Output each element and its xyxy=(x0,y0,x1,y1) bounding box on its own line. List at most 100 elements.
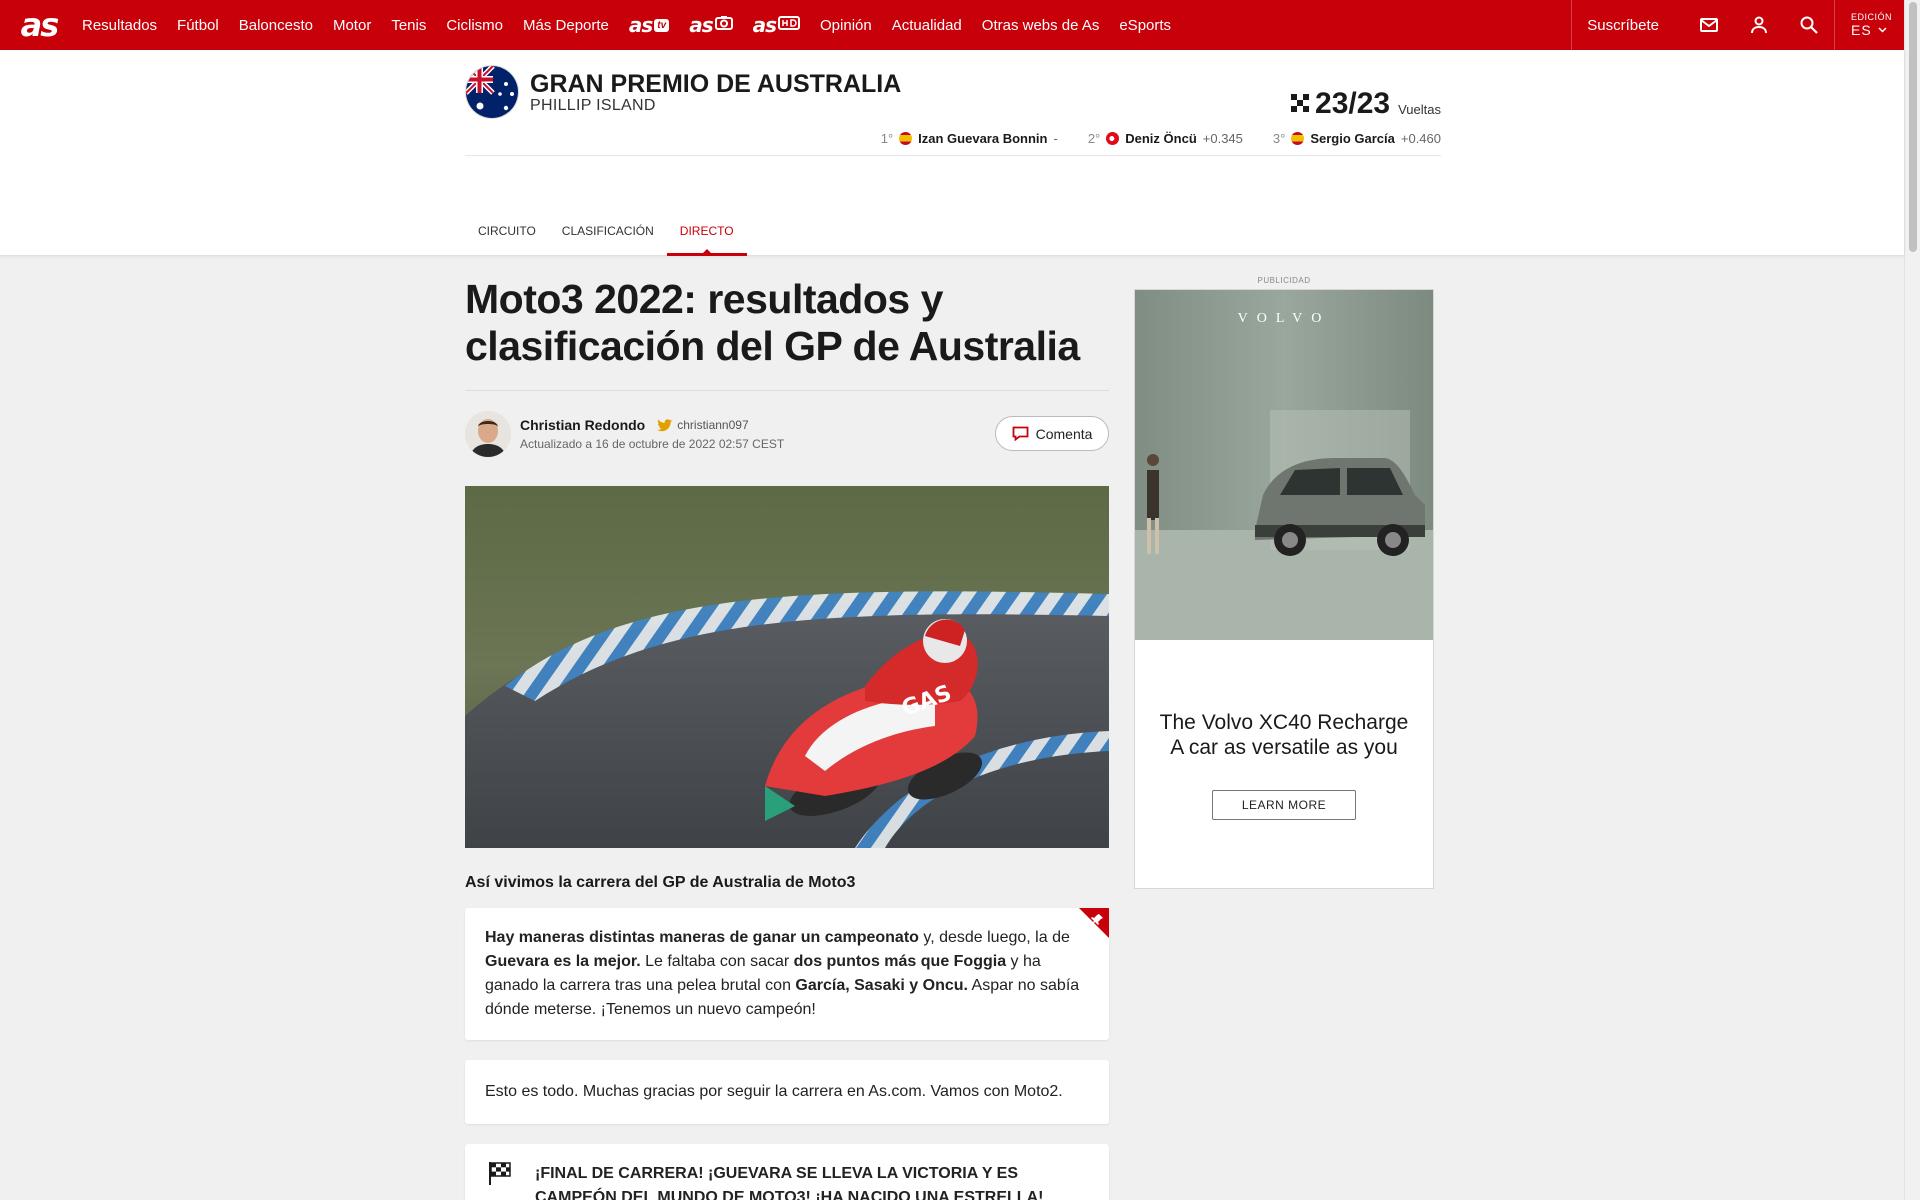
comment-label: Comenta xyxy=(1035,425,1093,442)
ad-title-line: The Volvo XC40 Recharge xyxy=(1159,711,1409,734)
nav-link-actualidad[interactable]: Actualidad xyxy=(882,17,972,34)
page-scrollbar[interactable] xyxy=(1904,0,1920,1200)
podium-rider-name: Deniz Öncü xyxy=(1125,131,1197,146)
subscribe-link[interactable]: Suscríbete xyxy=(1571,0,1684,50)
live-post-pinned: Hay maneras distintas maneras de ganar u… xyxy=(465,908,1109,1040)
as-photo-link[interactable]: as xyxy=(679,13,742,37)
live-post: Esto es todo. Muchas gracias por seguir … xyxy=(465,1060,1109,1124)
learn-more-button[interactable]: LEARN MORE xyxy=(1212,790,1356,820)
byline: Christian Redondo christiann097 Actualiz… xyxy=(465,391,1109,486)
camera-icon xyxy=(714,15,733,35)
nav-link-opinion[interactable]: Opinión xyxy=(810,17,882,34)
hd-badge-icon xyxy=(778,15,801,35)
podium-rider-name: Sergio García xyxy=(1310,131,1395,146)
as-tv-link[interactable]: as tv xyxy=(619,13,679,37)
brand-as-text: as xyxy=(628,13,653,37)
user-icon[interactable] xyxy=(1734,0,1784,50)
podium-gap: +0.345 xyxy=(1202,131,1243,146)
author-twitter[interactable]: christiann097 xyxy=(657,418,749,432)
live-post-text: ¡FINAL DE CARRERA! ¡GUEVARA SE LLEVA LA … xyxy=(535,1165,1044,1200)
spain-flag-icon xyxy=(1291,132,1305,145)
nav-link-otras-webs[interactable]: Otras webs de As xyxy=(972,17,1110,34)
race-title: GRAN PREMIO DE AUSTRALIA xyxy=(530,70,902,98)
tab-clasificacion[interactable]: CLASIFICACIÓN xyxy=(549,218,667,256)
logo-text: as xyxy=(20,6,60,44)
race-circuit: PHILLIP ISLAND xyxy=(530,97,656,114)
post-bold-segment: García, Sasaki y Oncu. xyxy=(795,977,968,994)
nav-link-ciclismo[interactable]: Ciclismo xyxy=(436,17,513,34)
live-post-text: Hay maneras distintas maneras de ganar u… xyxy=(485,926,1089,1022)
tab-circuito[interactable]: CIRCUITO xyxy=(465,218,549,256)
updated-timestamp: Actualizado a 16 de octubre de 2022 02:5… xyxy=(520,437,785,451)
podium-rider-name: Izan Guevara Bonnin xyxy=(918,131,1048,146)
laps-value-row: 23/23 xyxy=(1291,87,1390,121)
ad-brand-logo: VOLVO xyxy=(1238,311,1331,326)
post-text-segment: y, desde luego, la de xyxy=(918,929,1070,946)
header-divider xyxy=(465,155,1441,156)
nav-link-futbol[interactable]: Fútbol xyxy=(167,17,229,34)
podium-item[interactable]: 2° Deniz Öncü +0.345 xyxy=(1088,131,1243,146)
edition-value: ES xyxy=(1851,22,1872,38)
podium-position: 2° xyxy=(1087,131,1101,146)
checkered-flag-icon xyxy=(487,1160,513,1194)
nav-link-mas-deporte[interactable]: Más Deporte xyxy=(513,17,619,34)
mail-icon[interactable] xyxy=(1684,0,1734,50)
nav-link-baloncesto[interactable]: Baloncesto xyxy=(229,17,323,34)
brand-suffix-tv: tv xyxy=(654,18,670,32)
author-name[interactable]: Christian Redondo xyxy=(520,417,645,433)
podium-item[interactable]: 1° Izan Guevara Bonnin - xyxy=(881,131,1058,146)
twitter-icon xyxy=(657,418,673,431)
pin-icon xyxy=(1079,908,1109,938)
brand-as-text: as xyxy=(689,13,713,37)
comment-icon xyxy=(1012,426,1028,441)
author-avatar[interactable] xyxy=(465,411,511,457)
australia-flag-icon xyxy=(465,65,519,119)
laps-value: 23/23 xyxy=(1315,87,1391,120)
podium-gap: +0.460 xyxy=(1400,131,1441,146)
nav-right-tools: Suscríbete EDICIÓN ES xyxy=(1571,0,1904,50)
laps-label: Vueltas xyxy=(1398,102,1441,117)
race-header: GRAN PREMIO DE AUSTRALIA PHILLIP ISLAND … xyxy=(0,50,1904,256)
top-navigation: as Resultados Fútbol Baloncesto Motor Te… xyxy=(0,0,1904,50)
podium-position: 3° xyxy=(1272,131,1286,146)
live-post-final: ¡FINAL DE CARRERA! ¡GUEVARA SE LLEVA LA … xyxy=(465,1144,1109,1200)
nav-link-esports[interactable]: eSports xyxy=(1109,17,1181,34)
post-bold-segment: Hay maneras distintas maneras de ganar u… xyxy=(485,929,919,946)
as-logo[interactable]: as xyxy=(0,0,72,50)
as-hd-link[interactable]: as xyxy=(743,13,810,37)
podium-gap: - xyxy=(1053,131,1058,146)
ad-label: PUBLICIDAD xyxy=(1257,276,1311,285)
ad-headline: The Volvo XC40 Recharge A car as versati… xyxy=(1135,710,1433,760)
advertisement[interactable]: VOLVO The Volvo XC40 Recharge A car as v… xyxy=(1134,289,1434,889)
nav-link-motor[interactable]: Motor xyxy=(323,17,381,34)
post-bold-segment: Guevara es la mejor. xyxy=(485,953,641,970)
article: Moto3 2022: resultados y clasificación d… xyxy=(465,256,1109,1200)
search-icon[interactable] xyxy=(1784,0,1834,50)
scrollbar-thumb[interactable] xyxy=(1909,2,1917,252)
spain-flag-icon xyxy=(899,132,913,145)
nav-links: Resultados Fútbol Baloncesto Motor Tenis… xyxy=(72,0,1181,50)
turkey-flag-icon xyxy=(1106,132,1120,145)
live-blog-title: Así vivimos la carrera del GP de Austral… xyxy=(465,874,856,891)
ad-image[interactable]: VOLVO xyxy=(1135,290,1433,640)
hero-image[interactable]: GAS xyxy=(465,486,1109,848)
nav-link-tenis[interactable]: Tenis xyxy=(381,17,436,34)
checkered-flag-icon xyxy=(1291,94,1310,112)
edition-selector[interactable]: EDICIÓN ES xyxy=(1834,0,1904,50)
podium: 1° Izan Guevara Bonnin - 2° Deniz Öncü +… xyxy=(881,131,1441,146)
tab-directo[interactable]: DIRECTO xyxy=(666,218,747,256)
ad-title-line: A car as versatile as you xyxy=(1170,736,1398,759)
twitter-handle: christiann097 xyxy=(677,418,749,432)
nav-link-resultados[interactable]: Resultados xyxy=(72,17,167,34)
laps-counter: 23/23 Vueltas xyxy=(1291,87,1441,121)
post-text-segment: Le faltaba con sacar xyxy=(640,953,794,970)
brand-as-text: as xyxy=(752,13,777,37)
race-tabs: CIRCUITO CLASIFICACIÓN DIRECTO xyxy=(465,218,747,256)
chevron-down-icon xyxy=(1878,27,1887,33)
live-post-text: Esto es todo. Muchas gracias por seguir … xyxy=(485,1083,1063,1100)
comment-button[interactable]: Comenta xyxy=(995,416,1109,451)
post-bold-segment: dos puntos más que Foggia xyxy=(793,953,1007,970)
podium-item[interactable]: 3° Sergio García +0.460 xyxy=(1273,131,1441,146)
edition-label: EDICIÓN xyxy=(1851,12,1893,22)
podium-position: 1° xyxy=(880,131,894,146)
